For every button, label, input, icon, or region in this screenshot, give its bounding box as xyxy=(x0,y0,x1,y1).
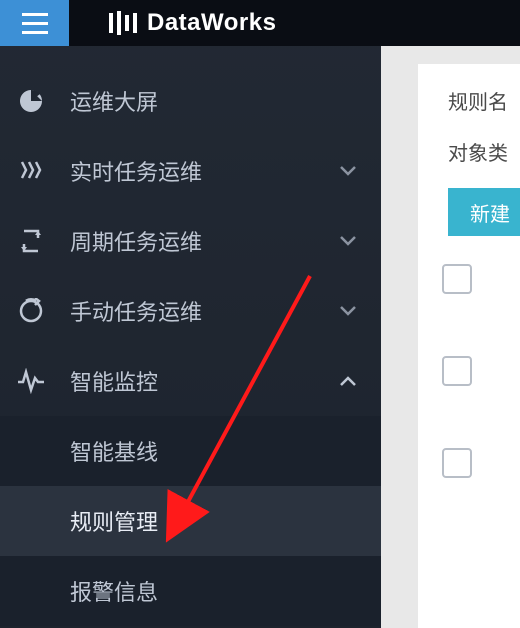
filter-label-rule-name: 规则名 xyxy=(418,64,520,115)
chevron-down-icon xyxy=(315,305,381,317)
filter-label-object-type: 对象类 xyxy=(418,115,520,166)
chevron-up-icon xyxy=(315,375,381,387)
logo-icon xyxy=(109,11,137,35)
sidebar-subitem-label: 智能基线 xyxy=(70,435,158,467)
sidebar-item-manual-ops[interactable]: 手动任务运维 xyxy=(0,276,381,346)
sidebar-subitem-label: 报警信息 xyxy=(70,575,158,607)
monitor-icon xyxy=(16,366,46,396)
sidebar-item-label: 周期任务运维 xyxy=(70,225,315,257)
sidebar-submenu-smart-monitor: 智能基线 规则管理 报警信息 xyxy=(0,416,381,626)
sidebar-item-realtime-ops[interactable]: 实时任务运维 xyxy=(0,136,381,206)
sidebar-subitem-smart-baseline[interactable]: 智能基线 xyxy=(0,416,381,486)
sidebar-item-cycle-ops[interactable]: 周期任务运维 xyxy=(0,206,381,276)
chevron-down-icon xyxy=(315,235,381,247)
logo: DataWorks xyxy=(109,9,276,37)
sidebar-item-label: 智能监控 xyxy=(70,365,315,397)
cycle-icon xyxy=(16,226,46,256)
row-checkbox[interactable] xyxy=(442,448,472,478)
sidebar: 运维大屏 实时任务运维 周期任务运维 xyxy=(0,46,381,628)
row-checkbox[interactable] xyxy=(442,356,472,386)
sidebar-subitem-alarm-info[interactable]: 报警信息 xyxy=(0,556,381,626)
sidebar-item-label: 实时任务运维 xyxy=(70,155,315,187)
product-name: DataWorks xyxy=(147,9,276,37)
dashboard-icon xyxy=(16,86,46,116)
content-panel: 规则名 对象类 新建 xyxy=(418,64,520,628)
sidebar-subitem-label: 规则管理 xyxy=(70,505,158,537)
menu-toggle-button[interactable] xyxy=(0,0,69,46)
sidebar-item-label: 手动任务运维 xyxy=(70,295,315,327)
realtime-icon xyxy=(16,156,46,186)
manual-icon xyxy=(16,296,46,326)
top-bar: DataWorks xyxy=(0,0,520,46)
sidebar-item-smart-monitor[interactable]: 智能监控 xyxy=(0,346,381,416)
sidebar-item-label: 运维大屏 xyxy=(70,85,381,117)
sidebar-item-ops-dashboard[interactable]: 运维大屏 xyxy=(0,66,381,136)
create-button[interactable]: 新建 xyxy=(448,188,520,236)
row-checkbox[interactable] xyxy=(442,264,472,294)
chevron-down-icon xyxy=(315,165,381,177)
sidebar-subitem-rule-mgmt[interactable]: 规则管理 xyxy=(0,486,381,556)
